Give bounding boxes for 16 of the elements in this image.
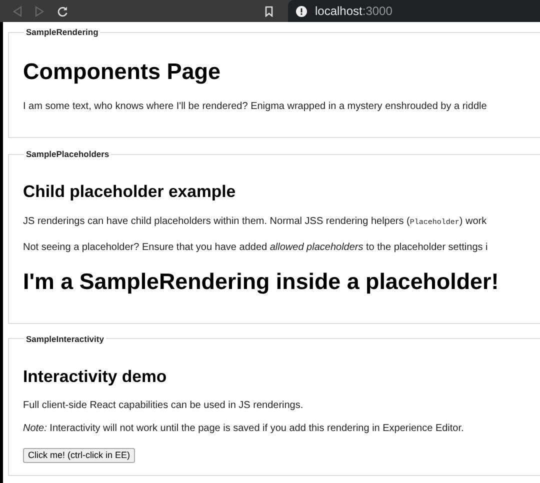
placeholder-heading: I'm a SampleRendering inside a placeholder! [23,268,500,296]
paragraph: Not seeing a placeholder? Ensure that you have added allowed placeholders to the placeholder settings i [23,240,489,254]
section-legend: SamplePlaceholders [24,148,112,160]
paragraph: Note: Interactivity will not work until the page is saved if you add this rendering in Experience Editor. [23,422,465,436]
info-icon [296,6,307,16]
click-button[interactable]: Click me! (ctrl-click in EE) [23,448,136,464]
address-bar[interactable]: localhost:3000 [288,0,540,22]
section-heading: Interactivity demo [23,366,168,388]
section-legend: SampleInteractivity [24,332,106,346]
section-legend: SampleRendering [24,26,100,39]
paragraph: Full client-side React capabilities can be used in JS renderings. [23,399,304,414]
section-heading: Child placeholder example [23,180,237,202]
paragraph: I am some text, who knows where I'll be rendered? Enigma wrapped in a mystery enshrouded by a riddle [23,100,488,114]
page-heading: Components Page [23,58,222,86]
bookmark-icon[interactable] [265,6,273,16]
reload-icon[interactable] [57,6,68,16]
